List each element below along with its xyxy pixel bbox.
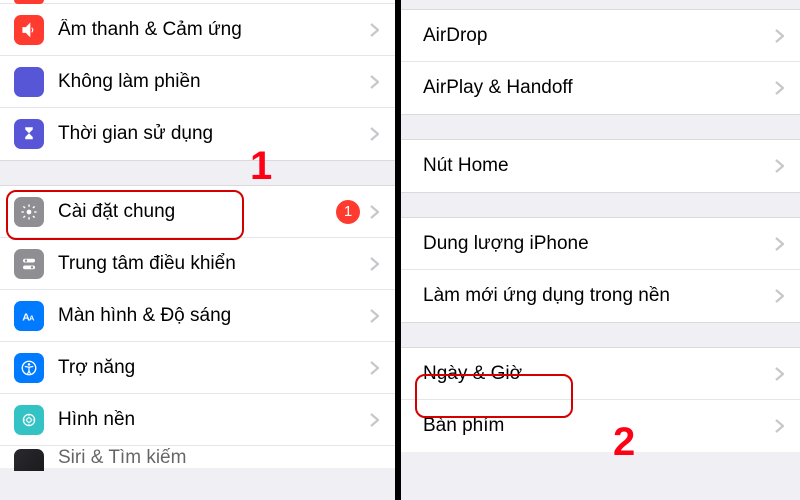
accessibility-icon xyxy=(14,353,44,383)
chevron-right-icon xyxy=(370,23,379,37)
chevron-right-icon xyxy=(775,289,784,303)
moon-icon xyxy=(14,67,44,97)
row-label: Nút Home xyxy=(423,155,775,177)
row-label: Thời gian sử dụng xyxy=(58,123,370,145)
hourglass-icon xyxy=(14,119,44,149)
chevron-right-icon xyxy=(775,419,784,433)
wallpaper-icon xyxy=(14,405,44,435)
row-controlcenter[interactable]: Trung tâm điều khiển xyxy=(0,238,395,290)
row-storage[interactable]: Dung lượng iPhone xyxy=(401,218,800,270)
chevron-right-icon xyxy=(775,29,784,43)
section-gap xyxy=(401,192,800,218)
row-sounds[interactable]: Âm thanh & Cảm ứng xyxy=(0,4,395,56)
row-label: Trung tâm điều khiển xyxy=(58,253,370,275)
row-display[interactable]: AA Màn hình & Độ sáng xyxy=(0,290,395,342)
row-homebutton[interactable]: Nút Home xyxy=(401,140,800,192)
row-label: AirDrop xyxy=(423,25,775,47)
row-dnd[interactable]: Không làm phiền xyxy=(0,56,395,108)
chevron-right-icon xyxy=(775,367,784,381)
row-label: Hình nền xyxy=(58,409,370,431)
row-airdrop[interactable]: AirDrop xyxy=(401,10,800,62)
chevron-right-icon xyxy=(370,75,379,89)
gear-icon xyxy=(14,197,44,227)
switches-icon xyxy=(14,249,44,279)
text-size-icon: AA xyxy=(14,301,44,331)
row-label: AirPlay & Handoff xyxy=(423,77,775,99)
row-label: Làm mới ứng dụng trong nền xyxy=(423,285,775,307)
chevron-right-icon xyxy=(370,205,379,219)
row-general[interactable]: Cài đặt chung 1 xyxy=(0,186,395,238)
row-label: Ngày & Giờ xyxy=(423,363,775,385)
row-label: Trợ năng xyxy=(58,357,370,379)
svg-text:A: A xyxy=(29,313,35,322)
chevron-right-icon xyxy=(370,309,379,323)
settings-screen: Âm thanh & Cảm ứng Không làm phiền Thời … xyxy=(0,0,398,500)
row-label: Không làm phiền xyxy=(58,71,370,93)
section-gap xyxy=(0,160,395,186)
chevron-right-icon xyxy=(370,361,379,375)
chevron-right-icon xyxy=(775,237,784,251)
chevron-right-icon xyxy=(370,127,379,141)
row-label: Siri & Tìm kiếm xyxy=(58,447,379,469)
row-label: Bàn phím xyxy=(423,415,775,437)
row-label: Cài đặt chung xyxy=(58,201,336,223)
section-gap xyxy=(401,0,800,10)
row-backgroundrefresh[interactable]: Làm mới ứng dụng trong nền xyxy=(401,270,800,322)
row-screentime[interactable]: Thời gian sử dụng xyxy=(0,108,395,160)
chevron-right-icon xyxy=(775,159,784,173)
chevron-right-icon xyxy=(775,81,784,95)
section-gap xyxy=(401,322,800,348)
row-label: Màn hình & Độ sáng xyxy=(58,305,370,327)
row-accessibility[interactable]: Trợ năng xyxy=(0,342,395,394)
chevron-right-icon xyxy=(370,257,379,271)
row-label: Dung lượng iPhone xyxy=(423,233,775,255)
row-label: Âm thanh & Cảm ứng xyxy=(58,19,370,41)
row-airplay[interactable]: AirPlay & Handoff xyxy=(401,62,800,114)
row-keyboard[interactable]: Bàn phím xyxy=(401,400,800,452)
general-screen: AirDrop AirPlay & Handoff Nút Home Dung … xyxy=(401,0,800,500)
row-datetime[interactable]: Ngày & Giờ xyxy=(401,348,800,400)
speaker-icon xyxy=(14,15,44,45)
siri-icon xyxy=(14,449,44,471)
row-wallpaper[interactable]: Hình nền xyxy=(0,394,395,446)
chevron-right-icon xyxy=(370,413,379,427)
row-siri[interactable]: Siri & Tìm kiếm xyxy=(0,446,395,468)
section-gap xyxy=(401,114,800,140)
icon-sliver xyxy=(14,0,44,4)
notification-badge: 1 xyxy=(336,200,360,224)
